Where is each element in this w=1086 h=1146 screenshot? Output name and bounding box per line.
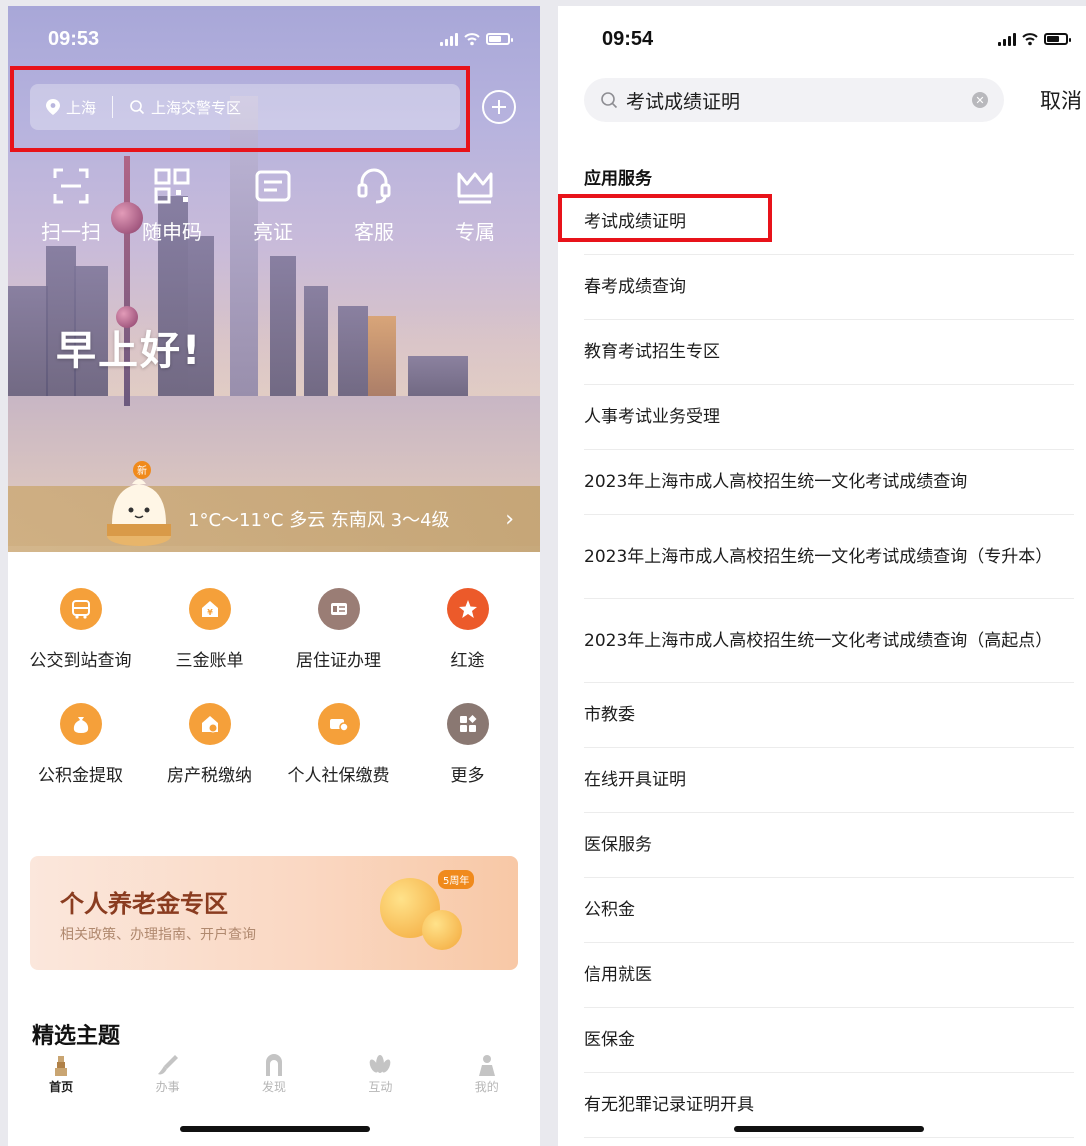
result-item[interactable]: 2023年上海市成人高校招生统一文化考试成绩查询	[584, 450, 1074, 515]
skyline-building	[408, 356, 468, 396]
anniversary-badge: 5周年	[438, 870, 475, 889]
qr-code-icon	[154, 168, 190, 204]
signal-icon	[440, 32, 458, 46]
highlight-box-search	[10, 66, 470, 152]
skyline-building	[304, 286, 328, 396]
result-item[interactable]: 医保金	[584, 1008, 1074, 1073]
clear-search-icon[interactable]: ✕	[972, 92, 988, 108]
greeting: 早上好!	[56, 328, 203, 374]
quick-show-card[interactable]: 亮证	[230, 166, 316, 245]
scan-icon	[53, 168, 89, 204]
service-row: 公积金提取 房产税缴纳 个人社保缴费 更多	[8, 703, 540, 786]
service-property-tax[interactable]: 房产税缴纳	[150, 703, 270, 786]
signal-icon	[998, 32, 1016, 46]
section-header: 应用服务	[584, 169, 652, 189]
house-money-icon: ¥	[188, 588, 231, 630]
banner-subtitle: 相关政策、办理指南、开户查询	[60, 927, 256, 943]
new-badge: 新	[137, 464, 147, 477]
tab-mine[interactable]: 我的	[447, 1052, 527, 1106]
system-icons	[998, 31, 1071, 47]
tab-discover[interactable]: 发现	[234, 1052, 314, 1106]
crown-icon	[457, 172, 493, 204]
social-security-icon	[317, 703, 360, 745]
search-query: 考试成绩证明	[626, 90, 741, 113]
home-pagoda-icon	[55, 1056, 68, 1076]
service-residence-permit[interactable]: 居住证办理	[279, 588, 399, 671]
wifi-icon	[464, 33, 480, 46]
result-item[interactable]: 2023年上海市成人高校招生统一文化考试成绩查询（高起点）	[584, 599, 1074, 683]
skyline-building	[338, 306, 368, 396]
lotus-icon	[370, 1055, 391, 1073]
chevron-right-icon: ›	[505, 506, 514, 532]
weather-bar[interactable]: 1°C～11°C 多云 东南风 3～4级 ›	[8, 486, 540, 552]
home-indicator	[734, 1126, 924, 1132]
service-row: 公交到站查询 ¥ 三金账单 居住证办理 红途	[8, 588, 540, 671]
search-input[interactable]: 考试成绩证明 ✕	[584, 78, 1004, 122]
tab-home[interactable]: 首页	[21, 1052, 101, 1106]
status-bar: 09:54	[558, 6, 1086, 72]
system-icons	[440, 31, 513, 47]
result-item[interactable]: 2023年上海市成人高校招生统一文化考试成绩查询（专升本）	[584, 515, 1074, 599]
result-item[interactable]: 市教委	[584, 683, 1074, 748]
skyline-building	[270, 256, 296, 396]
result-item[interactable]: 公积金	[584, 878, 1074, 943]
skyline-building	[8, 286, 48, 396]
search-results-list: 考试成绩证明 春考成绩查询 教育考试招生专区 人事考试业务受理 2023年上海市…	[584, 190, 1074, 1138]
status-bar: 09:53	[8, 6, 540, 72]
status-time: 09:54	[602, 27, 654, 50]
plus-icon	[492, 100, 506, 114]
mascot-icon: 新	[107, 461, 171, 546]
house-tax-icon	[188, 703, 231, 745]
pension-banner[interactable]: 5周年 个人养老金专区 相关政策、办理指南、开户查询	[30, 856, 518, 970]
red-star-icon	[446, 588, 489, 630]
battery-icon	[486, 33, 513, 45]
bottom-tab-bar: 首页 办事 发现 互动 我的	[8, 1046, 540, 1106]
banner-title: 个人养老金专区	[60, 890, 228, 918]
quick-exclusive[interactable]: 专属	[432, 166, 518, 245]
add-button[interactable]	[482, 90, 516, 124]
search-results-screen: 09:54 考试成绩证明 ✕ 取消 应用服务 考试成绩证明 春考成绩查询 教育考…	[558, 6, 1086, 1146]
home-indicator	[180, 1126, 370, 1132]
search-row: 考试成绩证明 ✕ 取消	[584, 78, 1086, 122]
residence-card-icon	[317, 588, 360, 630]
result-item[interactable]: 信用就医	[584, 943, 1074, 1008]
person-icon	[478, 1055, 495, 1076]
result-item[interactable]: 春考成绩查询	[584, 255, 1074, 320]
search-icon	[601, 92, 618, 109]
status-time: 09:53	[48, 27, 100, 50]
skyline-building	[368, 316, 396, 396]
quick-customer-service[interactable]: 客服	[331, 166, 417, 245]
coin-decoration	[422, 910, 462, 950]
service-red-route[interactable]: 红途	[408, 588, 528, 671]
home-screen: 09:53 上海 上海交警专区 扫一扫 随申码 亮证 客服 专属 早上好! 1°…	[8, 6, 540, 1146]
service-more[interactable]: 更多	[408, 703, 528, 786]
bus-icon	[59, 588, 102, 630]
result-item[interactable]: 教育考试招生专区	[584, 320, 1074, 385]
card-icon	[255, 170, 291, 202]
result-item[interactable]: 人事考试业务受理	[584, 385, 1074, 450]
quick-actions: 扫一扫 随申码 亮证 客服 专属	[28, 166, 518, 245]
cancel-button[interactable]: 取消	[1040, 85, 1082, 115]
highlight-box-result	[558, 194, 772, 242]
tab-interact[interactable]: 互动	[340, 1052, 420, 1106]
customer-service-icon	[357, 168, 391, 204]
svg-text:¥: ¥	[207, 608, 213, 617]
service-bus-arrival[interactable]: 公交到站查询	[21, 588, 141, 671]
service-housing-fund[interactable]: 公积金提取	[21, 703, 141, 786]
quick-scan[interactable]: 扫一扫	[28, 166, 114, 245]
arch-icon	[265, 1054, 282, 1076]
result-item[interactable]: 在线开具证明	[584, 748, 1074, 813]
weather-text: 1°C～11°C 多云 东南风 3～4级	[188, 510, 450, 531]
money-bag-icon	[59, 703, 102, 745]
quick-qr-code[interactable]: 随申码	[129, 166, 215, 245]
result-item[interactable]: 医保服务	[584, 813, 1074, 878]
grid-more-icon	[446, 703, 489, 745]
battery-icon	[1044, 33, 1071, 45]
tab-services[interactable]: 办事	[128, 1052, 208, 1106]
service-grid: 公交到站查询 ¥ 三金账单 居住证办理 红途 公积金提取 房产税缴纳 个人社保缴…	[8, 588, 540, 818]
service-three-funds-bill[interactable]: ¥ 三金账单	[150, 588, 270, 671]
brush-icon	[157, 1055, 178, 1075]
service-social-security[interactable]: 个人社保缴费	[279, 703, 399, 786]
wifi-icon	[1022, 33, 1038, 46]
